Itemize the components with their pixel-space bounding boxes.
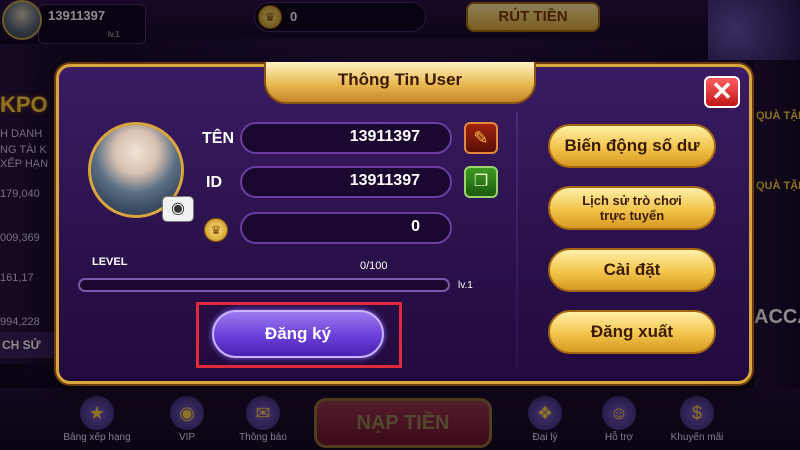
close-button[interactable]: ✕ — [704, 76, 740, 108]
balance-history-button[interactable]: Biến động số dư — [548, 124, 716, 168]
id-label: ID — [206, 174, 222, 191]
name-value: 13911397 — [349, 128, 420, 145]
pencil-icon[interactable]: ✎ — [464, 122, 498, 154]
divider — [516, 112, 518, 370]
level-tag: lv.1 — [458, 280, 473, 291]
id-value: 13911397 — [349, 172, 420, 189]
game-history-line1: Lịch sử trò chơi — [582, 193, 682, 208]
level-label: LEVEL — [92, 256, 128, 268]
logout-button[interactable]: Đăng xuất — [548, 310, 716, 354]
name-label: TÊN — [202, 130, 234, 147]
crown-coin-icon: ♛ — [204, 218, 228, 242]
register-button[interactable]: Đăng ký — [212, 310, 384, 358]
settings-button[interactable]: Cài đặt — [548, 248, 716, 292]
game-history-button[interactable]: Lịch sử trò chơi trực tuyến — [548, 186, 716, 230]
level-progress-text: 0/100 — [360, 260, 388, 272]
game-history-line2: trực tuyến — [599, 208, 665, 223]
balance-value: 0 — [411, 218, 420, 235]
copy-icon[interactable]: ❐ — [464, 166, 498, 198]
camera-icon[interactable]: ◉ — [162, 196, 194, 222]
level-progress-bar — [78, 278, 450, 292]
modal-title: Thông Tin User — [337, 70, 463, 89]
